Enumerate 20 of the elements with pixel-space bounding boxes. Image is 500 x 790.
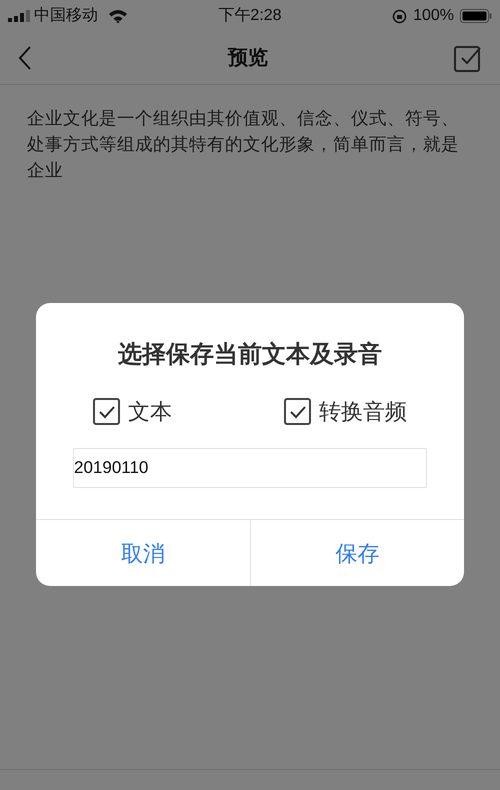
rotation-lock-icon [392,8,408,24]
wifi-icon [108,9,128,23]
page-title: 预览 [226,46,269,71]
checkmark-icon [98,404,116,418]
battery-percent: 100% [413,6,454,26]
save-button[interactable]: 保存 [250,520,464,586]
carrier-name: 中国移动 [34,6,98,26]
checkmark-icon [288,404,306,418]
checked-checkbox[interactable] [93,398,120,425]
confirm-icon[interactable] [454,44,482,72]
battery-icon [460,9,492,23]
clock-time: 下午2:28 [217,6,283,26]
dialog-title: 选择保存当前文本及录音 [117,340,383,370]
option-label: 文本 [128,398,172,426]
option-label: 转换音频 [319,398,407,426]
cancel-button[interactable]: 取消 [36,520,250,586]
filename-field[interactable]: 20190110 [73,448,427,488]
body-text: 企业文化是一个组织由其价值观、信念、仪式、符号、处事方式等组成的其特有的文化形象，简单而言，就是企业 [27,107,460,182]
checked-checkbox[interactable] [284,398,311,425]
signal-icon [8,10,30,22]
